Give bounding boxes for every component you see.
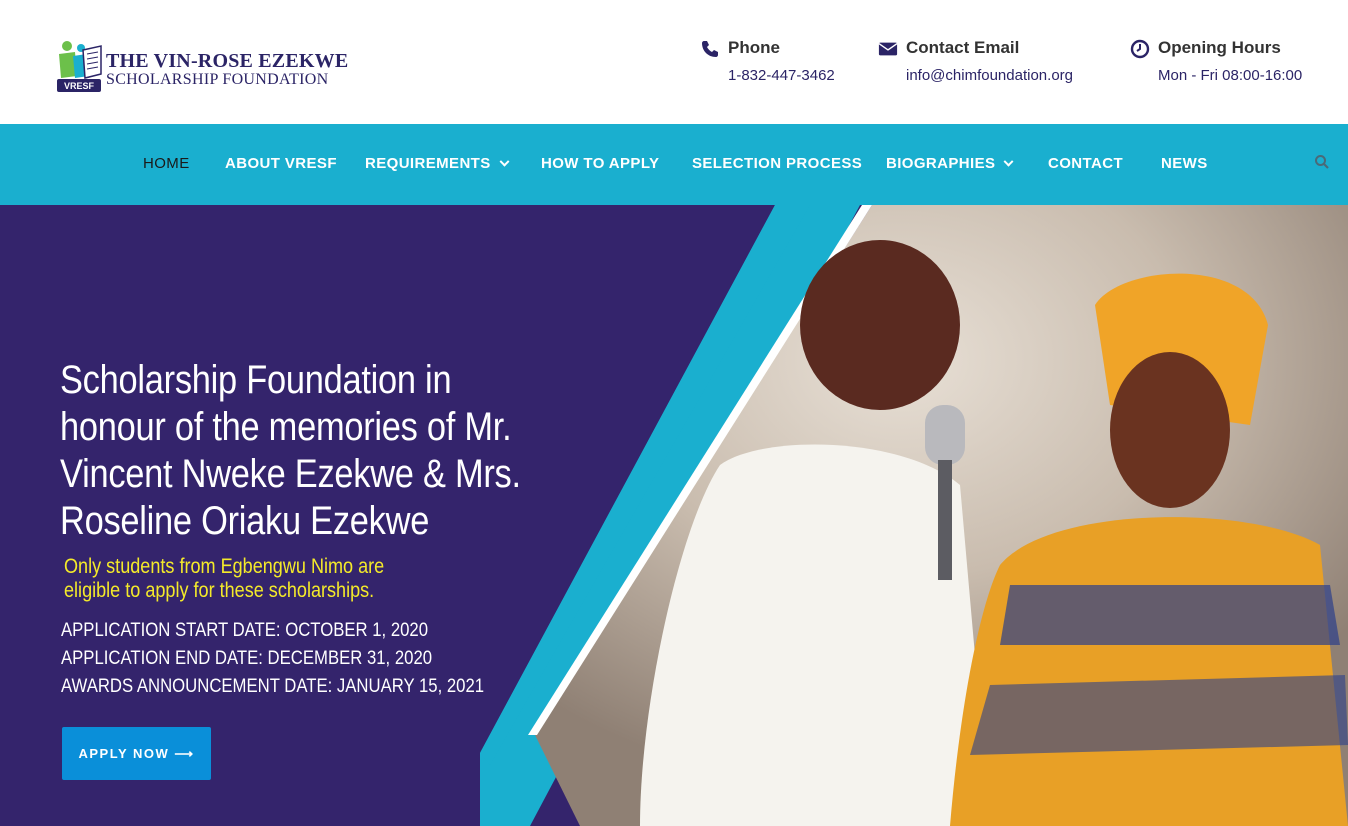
hours-title: Opening Hours <box>1158 38 1281 57</box>
phone-number[interactable]: 1-832-447-3462 <box>728 67 835 84</box>
nav-item-selection-process[interactable]: SELECTION PROCESS <box>692 155 862 172</box>
phone-title: Phone <box>728 38 780 57</box>
hero-title-line: Roseline Oriaku Ezekwe <box>60 499 430 543</box>
nav-item-biographies-label: BIOGRAPHIES <box>886 155 996 172</box>
envelope-icon <box>878 42 898 56</box>
chevron-down-icon <box>499 156 510 167</box>
nav-item-biographies[interactable]: BIOGRAPHIES <box>886 155 1014 172</box>
announcement-date: AWARDS ANNOUNCEMENT DATE: JANUARY 15, 20… <box>61 676 485 697</box>
chevron-down-icon <box>1003 156 1014 167</box>
nav-item-news[interactable]: NEWS <box>1161 155 1208 172</box>
hours-value: Mon - Fri 08:00-16:00 <box>1158 67 1303 84</box>
site-header: VRESF THE VIN-ROSE EZEKWE SCHOLARSHIP FO… <box>0 0 1348 124</box>
start-date: APPLICATION START DATE: OCTOBER 1, 2020 <box>61 620 429 641</box>
email-address[interactable]: info@chimfoundation.org <box>906 67 1073 84</box>
hero-title-line: Vincent Nweke Ezekwe & Mrs. <box>60 452 521 496</box>
application-dates: APPLICATION START DATE: OCTOBER 1, 2020 … <box>61 617 484 701</box>
logo-badge-text: VRESF <box>64 81 95 91</box>
portrait-man <box>640 240 990 826</box>
email-title: Contact Email <box>906 38 1020 57</box>
hero-title-line: honour of the memories of Mr. <box>60 405 512 449</box>
eligibility-note-line: eligible to apply for these scholarships… <box>64 579 375 602</box>
eligibility-note-line: Only students from Egbengwu Nimo are <box>64 555 385 578</box>
apply-now-button[interactable]: APPLY NOW ⟶ <box>62 727 211 780</box>
end-date: APPLICATION END DATE: DECEMBER 31, 2020 <box>61 648 433 669</box>
logo-title: THE VIN-ROSE EZEKWE <box>106 50 349 72</box>
nav-item-contact[interactable]: CONTACT <box>1048 155 1123 172</box>
nav-item-requirements-label: REQUIREMENTS <box>365 155 491 172</box>
hero-title: Scholarship Foundation in honour of the … <box>60 357 521 545</box>
logo-emblem-icon: VRESF <box>57 41 102 92</box>
phone-icon <box>702 41 718 57</box>
hero-banner: Scholarship Foundation in honour of the … <box>0 205 1348 826</box>
nav-item-requirements[interactable]: REQUIREMENTS <box>365 155 510 172</box>
eligibility-note: Only students from Egbengwu Nimo are eli… <box>64 555 384 603</box>
nav-item-home[interactable]: HOME <box>143 155 190 172</box>
nav-item-how-to-apply[interactable]: HOW TO APPLY <box>541 155 659 172</box>
main-nav: HOME ABOUT VRESF REQUIREMENTS HOW TO APP… <box>0 124 1348 205</box>
nav-item-about[interactable]: ABOUT VRESF <box>225 155 337 172</box>
search-icon[interactable] <box>1314 154 1330 170</box>
logo-subtitle: SCHOLARSHIP FOUNDATION <box>106 71 329 88</box>
clock-icon <box>1130 39 1150 59</box>
hero-title-line: Scholarship Foundation in <box>60 358 452 402</box>
site-logo[interactable]: VRESF THE VIN-ROSE EZEKWE SCHOLARSHIP FO… <box>57 40 349 94</box>
